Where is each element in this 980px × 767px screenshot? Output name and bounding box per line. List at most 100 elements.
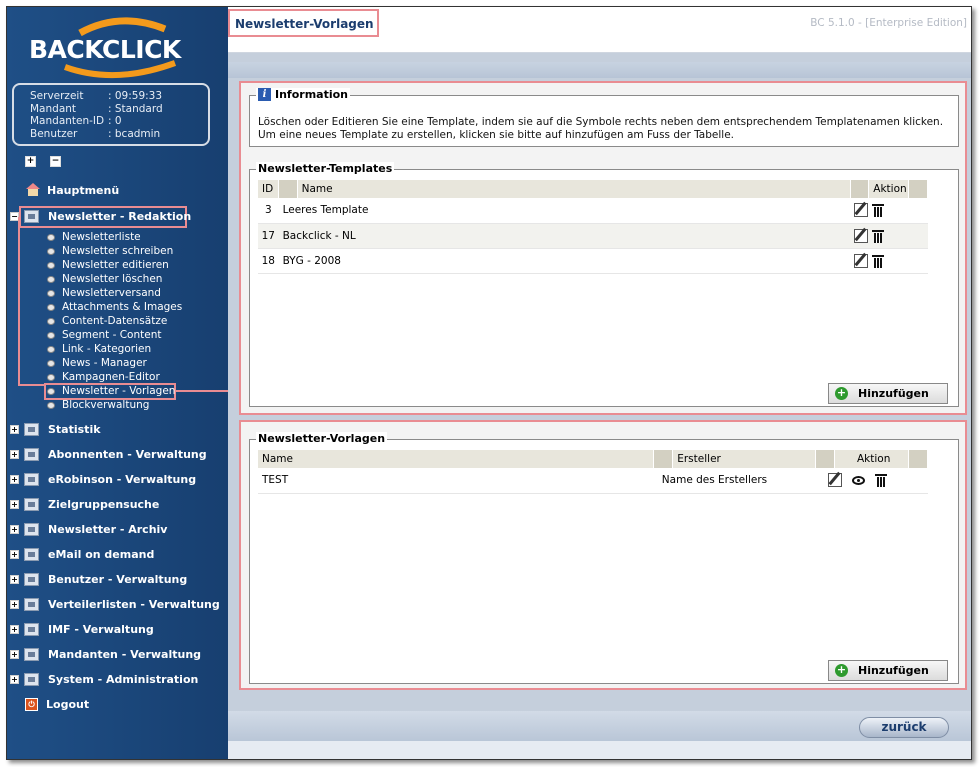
nav-sub-item[interactable]: Kampagnen-Editor <box>47 371 160 383</box>
nav-group-newsletter-redaktion[interactable]: − Newsletter - Redaktion <box>10 210 191 223</box>
server-info-row: Mandant: Standard <box>30 102 163 115</box>
info-line: Löschen oder Editieren Sie eine Template… <box>258 116 944 128</box>
bullet-icon <box>47 387 55 395</box>
nav-sub-item[interactable]: Newsletterversand <box>47 287 161 299</box>
add-vorlage-button[interactable]: + Hinzufügen <box>828 660 948 681</box>
column-header-name[interactable]: Name <box>297 180 851 198</box>
templates-legend: Newsletter-Templates <box>256 162 395 175</box>
expand-icon[interactable]: + <box>10 425 19 434</box>
edit-icon[interactable] <box>854 253 869 268</box>
column-header-action: Aktion <box>868 180 910 198</box>
trash-icon[interactable] <box>872 229 885 243</box>
expand-icon[interactable]: + <box>10 475 19 484</box>
expand-icon[interactable]: + <box>10 525 19 534</box>
nav-group[interactable]: + Verteilerlisten - Verwaltung <box>10 598 220 611</box>
expand-icon[interactable]: + <box>10 600 19 609</box>
nav-sub-item[interactable]: Blockverwaltung <box>47 399 149 411</box>
server-info-row: Benutzer: bcadmin <box>30 127 161 140</box>
bullet-icon <box>47 359 55 367</box>
column-header-id[interactable]: ID <box>258 180 280 198</box>
expand-icon[interactable]: + <box>10 575 19 584</box>
nav-group[interactable]: + Benutzer - Verwaltung <box>10 573 187 586</box>
expand-icon[interactable]: + <box>10 450 19 459</box>
trash-icon[interactable] <box>872 203 885 218</box>
nav-group[interactable]: + System - Administration <box>10 673 198 686</box>
expand-icon[interactable]: + <box>10 500 19 509</box>
edit-icon[interactable] <box>827 473 842 488</box>
server-info-box: Serverzeit: 09:59:33 Mandant: Standard M… <box>12 83 210 146</box>
vorlagen-fieldset: Newsletter-Vorlagen Name Ersteller Aktio… <box>249 432 959 684</box>
nav-group[interactable]: + Newsletter - Archiv <box>10 523 167 536</box>
expand-icon[interactable]: + <box>10 550 19 559</box>
folder-icon <box>24 473 39 486</box>
nav-group[interactable]: + eMail on demand <box>10 548 154 561</box>
folder-icon <box>24 598 39 611</box>
expand-all-button[interactable]: + <box>25 156 36 167</box>
highlight-connector <box>176 390 228 392</box>
nav-sub-item[interactable]: News - Manager <box>47 357 147 369</box>
folder-icon <box>24 423 39 436</box>
nav-group[interactable]: + Statistik <box>10 423 101 436</box>
info-icon: i <box>258 88 271 101</box>
plus-icon: + <box>835 386 848 400</box>
bullet-icon <box>47 345 55 353</box>
sidebar: BACKCLICK Serverzeit: 09:59:33 Mandant: … <box>7 7 228 759</box>
table-row: TEST Name des Erstellers <box>258 468 928 494</box>
templates-fieldset: Newsletter-Templates ID Name Aktion 3 Le… <box>249 162 959 407</box>
bullet-icon <box>47 303 55 311</box>
edit-icon[interactable] <box>854 228 869 243</box>
nav-sub-item[interactable]: Attachments & Images <box>47 301 182 313</box>
nav-logout[interactable]: ⏻ Logout <box>25 698 89 711</box>
bullet-icon <box>47 401 55 409</box>
eye-icon[interactable] <box>851 475 865 485</box>
trash-icon[interactable] <box>874 473 887 488</box>
add-template-button[interactable]: + Hinzufügen <box>828 383 948 404</box>
bullet-icon <box>47 275 55 283</box>
column-header-action: Aktion <box>834 450 909 468</box>
expand-icon[interactable]: + <box>10 675 19 684</box>
folder-icon <box>24 648 39 661</box>
bullet-icon <box>47 331 55 339</box>
expand-icon[interactable]: + <box>10 625 19 634</box>
bullet-icon <box>47 247 55 255</box>
column-header-creator[interactable]: Ersteller <box>672 450 817 468</box>
nav-group[interactable]: + IMF - Verwaltung <box>10 623 154 636</box>
plus-icon: + <box>835 663 848 677</box>
nav-sub-item[interactable]: Newsletter löschen <box>47 273 162 285</box>
nav-group[interactable]: + Zielgruppensuche <box>10 498 159 511</box>
folder-icon <box>24 548 39 561</box>
nav-group[interactable]: + eRobinson - Verwaltung <box>10 473 196 486</box>
nav-sub-item[interactable]: Newsletterliste <box>47 231 141 243</box>
nav-group[interactable]: + Abonnenten - Verwaltung <box>10 448 207 461</box>
expand-icon[interactable]: + <box>10 650 19 659</box>
folder-icon <box>24 448 39 461</box>
folder-icon <box>24 573 39 586</box>
nav-sub-item-newsletter-vorlagen[interactable]: Newsletter - Vorlagen <box>47 385 175 397</box>
information-box: i Information Löschen oder Editieren Sie… <box>249 88 959 147</box>
table-row: 18 BYG - 2008 <box>258 248 928 274</box>
nav-sub-item[interactable]: Newsletter schreiben <box>47 245 173 257</box>
folder-icon <box>24 673 39 686</box>
bullet-icon <box>47 289 55 297</box>
folder-icon <box>24 498 39 511</box>
nav-sub-item[interactable]: Content-Datensätze <box>47 315 167 327</box>
nav-sub-item[interactable]: Newsletter editieren <box>47 259 169 271</box>
power-icon: ⏻ <box>25 698 38 711</box>
nav-group[interactable]: + Mandanten - Verwaltung <box>10 648 201 661</box>
edit-icon[interactable] <box>854 203 869 218</box>
trash-icon[interactable] <box>872 254 885 268</box>
bullet-icon <box>47 373 55 381</box>
page-title: Newsletter-Vorlagen <box>228 9 379 37</box>
column-header-name[interactable]: Name <box>258 450 655 468</box>
nav-sub-item[interactable]: Link - Kategorien <box>47 343 151 355</box>
collapse-all-button[interactable]: − <box>50 156 61 167</box>
header-band <box>228 62 971 78</box>
information-legend: Information <box>275 88 348 101</box>
back-button[interactable]: zurück <box>859 717 949 738</box>
app-window: BACKCLICK Serverzeit: 09:59:33 Mandant: … <box>6 6 972 760</box>
home-icon <box>25 183 41 197</box>
nav-home[interactable]: Hauptmenü <box>25 183 119 197</box>
folder-open-icon <box>24 210 39 223</box>
backclick-logo: BACKCLICK <box>25 17 195 79</box>
nav-sub-item[interactable]: Segment - Content <box>47 329 161 341</box>
